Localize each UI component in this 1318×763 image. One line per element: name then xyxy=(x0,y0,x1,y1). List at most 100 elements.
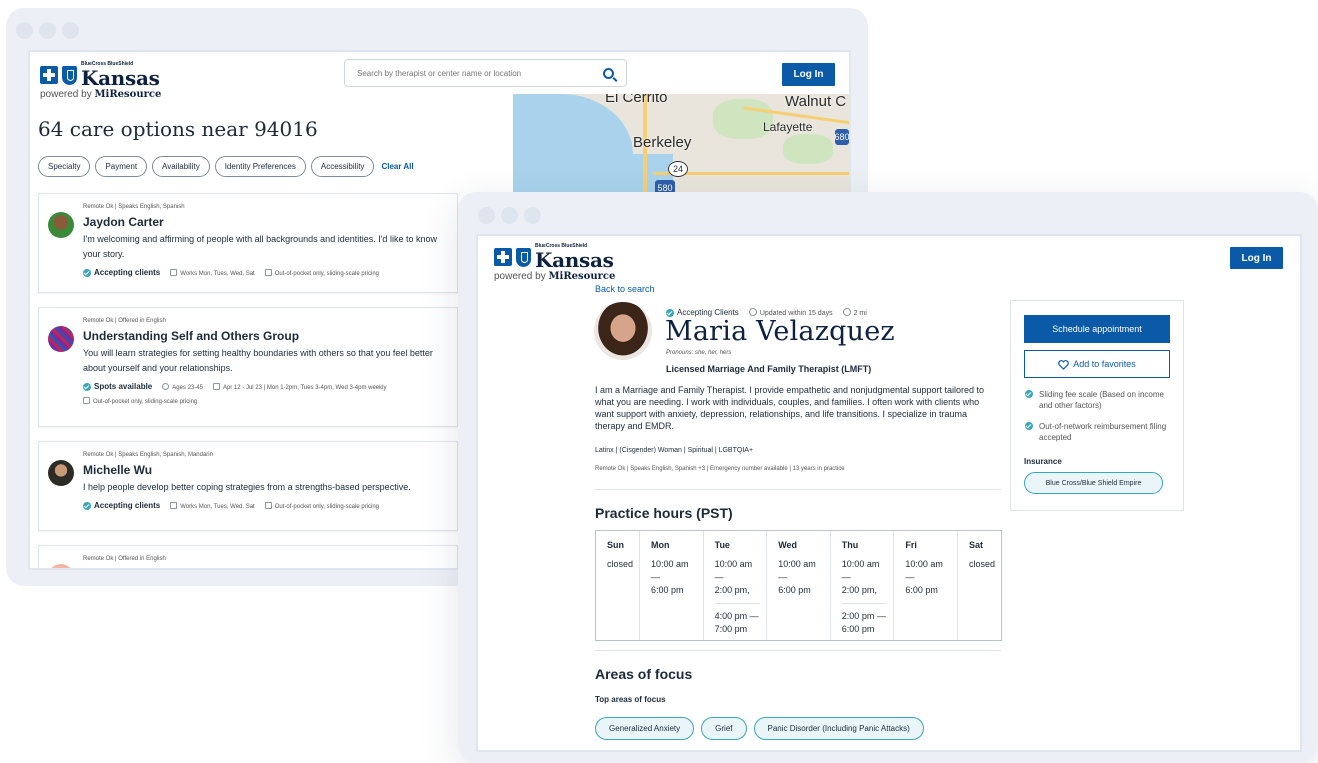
avatar xyxy=(48,326,74,352)
hours-day-cell: 10:00 am — 6:00 pm xyxy=(639,554,703,640)
powered-by: powered by MiResource xyxy=(40,89,161,100)
hours-day-cell: 10:00 am — 6:00 pm xyxy=(893,554,957,640)
payment-tag: Out-of-pocket only, sliding-scale pricin… xyxy=(264,501,380,510)
dates-tag: Apr 12 - Jul 23 | Mon 1-2pm, Tues 3-4pm,… xyxy=(212,382,387,391)
window-dot[interactable] xyxy=(524,207,541,224)
focus-chip[interactable]: Panic Disorder (Including Panic Attacks) xyxy=(753,717,924,740)
results-title: 64 care options near 94016 xyxy=(38,117,318,141)
card-tags: Spots available Ages 23-45 Apr 12 - Jul … xyxy=(83,382,455,391)
filter-accessibility[interactable]: Accessibility xyxy=(310,156,375,177)
card-tags: Out-of-pocket only, sliding-scale pricin… xyxy=(83,397,455,405)
card-name[interactable]: Jaydon Carter xyxy=(83,215,455,229)
status-label: Spots available xyxy=(94,382,153,391)
schedule-appointment-button[interactable]: Schedule appointment xyxy=(1024,315,1170,343)
hours-slot: 10:00 am — 6:00 pm xyxy=(905,559,943,595)
payment-label: Out-of-pocket only, sliding-scale pricin… xyxy=(274,503,380,510)
cross-icon xyxy=(40,66,58,84)
window-dot[interactable] xyxy=(39,22,56,39)
search-input[interactable] xyxy=(357,68,577,78)
payment-tag: Out-of-pocket only, sliding-scale pricin… xyxy=(264,268,379,277)
focus-chip[interactable]: Grief xyxy=(701,717,747,740)
back-to-search-link[interactable]: Back to search xyxy=(595,284,655,294)
brand-logo[interactable]: BlueCross BlueShield Kansas powered by M… xyxy=(494,244,615,282)
powered-brand: MiResource xyxy=(94,89,162,100)
filter-bar: Specialty Payment Availability Identity … xyxy=(38,156,414,177)
window-controls xyxy=(16,22,79,39)
search-icon[interactable] xyxy=(603,67,614,79)
card-meta: Remote Ok | Offered in English xyxy=(83,556,166,562)
clear-all-link[interactable]: Clear All xyxy=(381,162,413,171)
hours-day-cell: closed xyxy=(956,554,1001,640)
filter-identity-preferences[interactable]: Identity Preferences xyxy=(214,156,306,177)
favorite-label: Add to favorites xyxy=(1073,359,1136,369)
feature-label: Out-of-network reimbursement filing acce… xyxy=(1039,422,1167,442)
people-icon xyxy=(162,382,170,390)
feature-item: Out-of-network reimbursement filing acce… xyxy=(1025,421,1175,443)
window-dot[interactable] xyxy=(478,207,495,224)
action-sidebar: Schedule appointment Add to favorites Sl… xyxy=(1010,300,1184,511)
add-to-favorites-button[interactable]: Add to favorites xyxy=(1024,350,1170,378)
card-tags: Accepting clients Works Mon, Tues, Wed, … xyxy=(83,268,455,277)
dates-label: Apr 12 - Jul 23 | Mon 1-2pm, Tues 3-4pm,… xyxy=(222,384,387,391)
result-card[interactable]: Remote Ok | Speaks English, Spanish Jayd… xyxy=(38,193,458,293)
top-areas-subtitle: Top areas of focus xyxy=(595,695,666,704)
hours-day-header: Sat xyxy=(956,531,1001,554)
status-badge: Accepting clients xyxy=(83,268,160,277)
card-name[interactable]: Understanding Self and Others Group xyxy=(83,329,455,343)
highway-sign: 24 xyxy=(668,161,688,177)
login-button[interactable]: Log In xyxy=(1230,247,1283,269)
card-tags: Accepting clients Works Mon, Tues, Wed, … xyxy=(83,501,455,510)
insurance-title: Insurance xyxy=(1024,457,1062,466)
filter-payment[interactable]: Payment xyxy=(95,156,148,177)
avatar xyxy=(48,460,74,486)
window-controls xyxy=(478,207,541,224)
card-meta: Remote Ok | Offered in English xyxy=(83,318,166,324)
focus-chip[interactable]: Generalized Anxiety xyxy=(595,717,695,740)
focus-chip-list: Generalized Anxiety Grief Panic Disorder… xyxy=(595,717,924,740)
ages-label: Ages 23-45 xyxy=(172,384,203,391)
avatar xyxy=(48,212,74,238)
map[interactable]: El Cerrito Walnut C Lafayette Berkeley 2… xyxy=(513,94,849,194)
location-pin-icon xyxy=(842,308,851,316)
hours-day-header: Wed xyxy=(766,531,830,554)
provider-bio: I am a Marriage and Family Therapist. I … xyxy=(595,385,985,431)
hours-day-cell: 10:00 am — 2:00 pm, 2:00 pm — 6:00 pm xyxy=(829,554,894,640)
window-dot[interactable] xyxy=(501,207,518,224)
search-box[interactable] xyxy=(344,59,627,87)
calendar-icon xyxy=(170,268,178,276)
hours-day-header: Thu xyxy=(829,531,894,554)
check-icon xyxy=(1025,422,1033,430)
payment-label: Out-of-pocket only, sliding-scale pricin… xyxy=(93,399,198,405)
credential: Licensed Marriage And Family Therapist (… xyxy=(666,364,872,374)
hours-slot: 4:00 pm — 7:00 pm xyxy=(714,603,761,636)
provider-photo xyxy=(594,302,652,360)
areas-of-focus-title: Areas of focus xyxy=(595,666,693,682)
powered-prefix: powered by xyxy=(494,271,549,282)
window-dot[interactable] xyxy=(16,22,33,39)
identity-tags: Latinx | (Cisgender) Woman | Spiritual |… xyxy=(595,447,754,454)
shield-icon xyxy=(516,247,531,267)
map-label: Lafayette xyxy=(763,120,813,134)
provider-profile-page: BlueCross BlueShield Kansas powered by M… xyxy=(476,234,1302,752)
brand-logo[interactable]: BlueCross BlueShield Kansas powered by M… xyxy=(40,62,161,100)
card-payment-icon xyxy=(264,268,272,276)
hours-slot: 10:00 am — 6:00 pm xyxy=(778,559,816,595)
result-card[interactable]: Remote Ok | Offered in English xyxy=(38,545,458,568)
result-card[interactable]: Remote Ok | Offered in English Understan… xyxy=(38,307,458,427)
filter-specialty[interactable]: Specialty xyxy=(38,156,91,177)
divider xyxy=(595,489,1001,490)
login-button[interactable]: Log In xyxy=(782,63,835,86)
filter-availability[interactable]: Availability xyxy=(152,156,210,177)
calendar-icon xyxy=(170,501,178,509)
hours-day-cell: 10:00 am — 2:00 pm, 4:00 pm — 7:00 pm xyxy=(702,554,767,640)
insurance-chip[interactable]: Blue Cross/Blue Shield Empire xyxy=(1024,472,1163,494)
card-description: I'm welcoming and affirming of people wi… xyxy=(83,234,437,259)
status-badge: Spots available xyxy=(83,382,152,391)
card-name[interactable]: Michelle Wu xyxy=(83,463,455,477)
result-card[interactable]: Remote Ok | Speaks English, Spanish, Man… xyxy=(38,441,458,531)
status-badge: Accepting clients xyxy=(83,501,160,510)
card-meta: Remote Ok | Speaks English, Spanish, Man… xyxy=(83,452,213,458)
clock-icon xyxy=(748,308,757,316)
window-dot[interactable] xyxy=(62,22,79,39)
powered-brand: MiResource xyxy=(548,271,616,282)
